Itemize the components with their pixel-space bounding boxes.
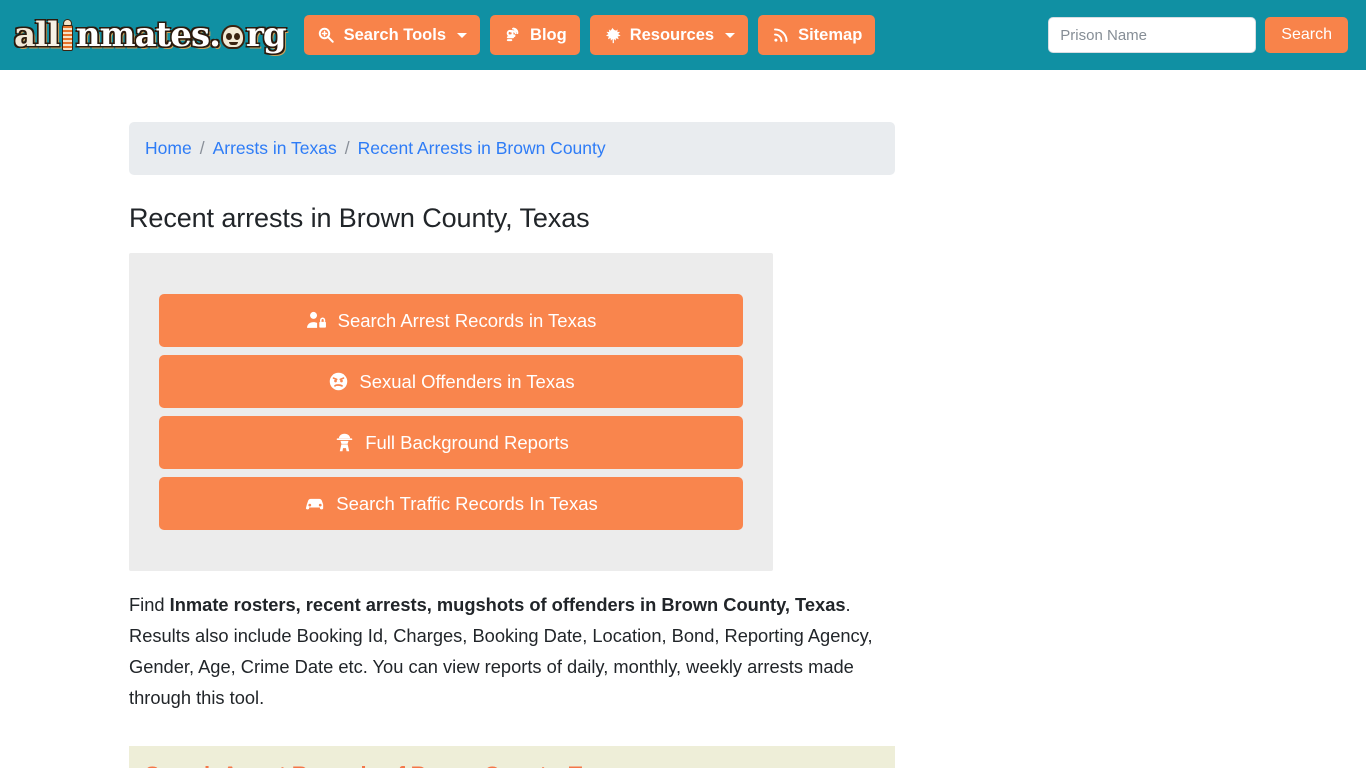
- cta-button-label: Search Traffic Records In Texas: [336, 492, 598, 514]
- header-search: Search: [1048, 17, 1348, 53]
- nav-item-label: Sitemap: [798, 25, 863, 44]
- angry-face-icon: [327, 371, 349, 393]
- search-input[interactable]: [1048, 17, 1257, 53]
- nav-sitemap-button[interactable]: Sitemap: [758, 15, 876, 55]
- nav-item-label: Resources: [629, 25, 715, 44]
- cta-panel: Search Arrest Records in Texas Sexual Of…: [129, 253, 773, 571]
- cta-button-label: Sexual Offenders in Texas: [359, 370, 575, 392]
- page-content: Home / Arrests in Texas / Recent Arrests…: [0, 122, 1366, 768]
- nav-resources-button[interactable]: Resources: [589, 15, 749, 55]
- breadcrumb-separator: /: [344, 138, 350, 158]
- site-header: all nmates. rg Search Tools Blog Resourc…: [0, 0, 1366, 70]
- search-arrest-records-button[interactable]: Search Arrest Records in Texas: [159, 294, 743, 347]
- sexual-offenders-button[interactable]: Sexual Offenders in Texas: [159, 355, 743, 408]
- chevron-down-icon: [457, 32, 468, 38]
- search-button[interactable]: Search: [1265, 17, 1348, 53]
- breadcrumb-separator: /: [199, 138, 205, 158]
- page-title: Recent arrests in Brown County, Texas: [129, 203, 590, 233]
- breadcrumb-item-home[interactable]: Home: [145, 138, 192, 159]
- breadcrumb-item-arrests-in-texas[interactable]: Arrests in Texas: [213, 138, 337, 159]
- full-background-reports-button[interactable]: Full Background Reports: [159, 416, 743, 469]
- section-heading: Search Arrest Records of Brown County, T…: [145, 762, 629, 768]
- skull-eye-left: [225, 32, 232, 40]
- leaf-icon: [603, 26, 622, 45]
- car-icon: [304, 493, 326, 515]
- search-traffic-records-button[interactable]: Search Traffic Records In Texas: [159, 477, 743, 530]
- skull-mouth: [228, 41, 238, 45]
- logo-wordmark: all nmates. rg: [14, 14, 287, 55]
- site-logo[interactable]: all nmates. rg: [14, 12, 287, 58]
- logo-part-a: a: [14, 14, 36, 55]
- nav-blog-button[interactable]: Blog: [490, 15, 580, 55]
- skull-eye-right: [233, 32, 240, 40]
- cta-button-label: Full Background Reports: [365, 431, 569, 453]
- prisoner-figure-icon: [60, 18, 75, 53]
- nav-search-tools-button[interactable]: Search Tools: [303, 15, 481, 55]
- chevron-down-icon: [725, 32, 736, 38]
- cta-button-label: Search Arrest Records in Texas: [337, 309, 597, 331]
- section-heading-bar: Search Arrest Records of Brown County, T…: [129, 746, 895, 768]
- logo-text: all nmates. rg: [14, 14, 287, 55]
- nav-item-label: Search Tools: [343, 25, 447, 44]
- description-lead: Find: [129, 594, 170, 615]
- main-navigation: Search Tools Blog Resources Sitemap: [303, 15, 876, 55]
- prisoner-body: [61, 24, 73, 51]
- breadcrumb: Home / Arrests in Texas / Recent Arrests…: [129, 122, 895, 175]
- page-description: Find Inmate rosters, recent arrests, mug…: [129, 589, 881, 713]
- logo-part-rg: rg: [245, 14, 287, 55]
- nav-item-label: Blog: [530, 25, 567, 44]
- skull-face-icon: [220, 24, 245, 49]
- content-container: Home / Arrests in Texas / Recent Arrests…: [129, 122, 895, 768]
- rss-icon: [771, 26, 790, 45]
- logo-part-nmates: nmates: [75, 14, 210, 55]
- user-secret-icon: [333, 432, 355, 454]
- blogger-icon: [503, 26, 522, 45]
- cta-button-list: Search Arrest Records in Texas Sexual Of…: [159, 294, 743, 530]
- description-bold: Inmate rosters, recent arrests, mugshots…: [169, 594, 846, 615]
- breadcrumb-item-current[interactable]: Recent Arrests in Brown County: [358, 138, 606, 159]
- logo-part-dot: .: [209, 14, 221, 55]
- logo-part-ll: ll: [35, 14, 60, 55]
- search-plus-icon: [317, 26, 336, 45]
- user-lock-icon: [306, 310, 328, 332]
